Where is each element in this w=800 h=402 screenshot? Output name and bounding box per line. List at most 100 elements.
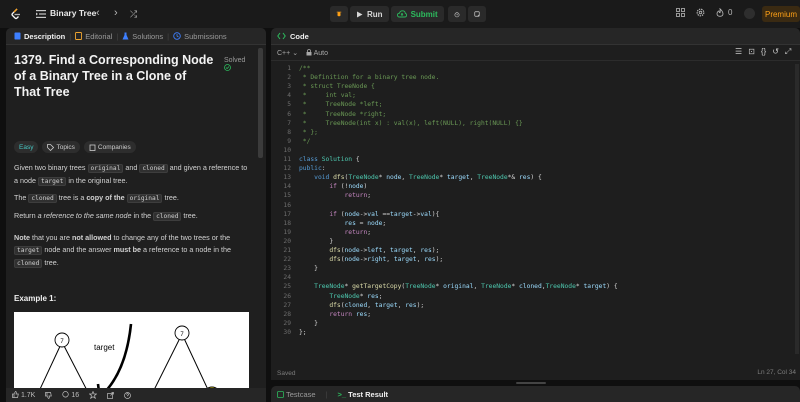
thumbs-down-icon[interactable] bbox=[45, 391, 53, 399]
test-panel-tabs: Testcase | >_ Test Result bbox=[271, 386, 800, 402]
text: Given two binary trees bbox=[14, 163, 88, 172]
auto-mode[interactable]: Auto bbox=[306, 48, 328, 57]
topics-button[interactable]: Topics bbox=[42, 141, 80, 153]
editor-tool-icons: ☰ ⊡ {} ↺ ⤢ bbox=[735, 47, 791, 57]
divider-grip[interactable] bbox=[516, 382, 546, 384]
code-line[interactable]: 14 if (!node) bbox=[271, 182, 800, 191]
code-line[interactable]: 7 * TreeNode(int x) : val(x), left(NULL)… bbox=[271, 119, 800, 128]
premium-button[interactable]: Premium bbox=[762, 6, 800, 22]
timer-button[interactable] bbox=[447, 6, 466, 22]
line-code: * }; bbox=[299, 128, 318, 136]
tab-description[interactable]: Description bbox=[10, 32, 69, 41]
next-problem-icon[interactable]: › bbox=[114, 7, 118, 19]
code-line[interactable]: 19 return; bbox=[271, 228, 800, 237]
line-number: 20 bbox=[283, 237, 291, 245]
code-panel-header: Code bbox=[271, 28, 800, 45]
expand-icon[interactable]: ⤢ bbox=[785, 47, 791, 57]
code-line[interactable]: 8 * }; bbox=[271, 128, 800, 137]
inline-code: original bbox=[126, 194, 163, 203]
reset-icon[interactable]: ↺ bbox=[772, 47, 779, 57]
code-line[interactable]: 25 TreeNode* getTargetCopy(TreeNode* ori… bbox=[271, 282, 800, 291]
bold-text: Note bbox=[14, 233, 30, 242]
code-line[interactable]: 2 * Definition for a binary tree node. bbox=[271, 73, 800, 82]
avatar[interactable] bbox=[744, 8, 755, 19]
code-line[interactable]: 9 */ bbox=[271, 137, 800, 146]
debug-button[interactable] bbox=[330, 6, 348, 22]
code-line[interactable]: 15 return; bbox=[271, 191, 800, 200]
like-button[interactable]: 1.7K bbox=[12, 391, 35, 399]
code-line[interactable]: 10 bbox=[271, 146, 800, 155]
cursor-position: Ln 27, Col 34 bbox=[757, 369, 796, 376]
tab-submissions[interactable]: Submissions bbox=[169, 32, 231, 41]
editor-status-bar: Saved Ln 27, Col 34 bbox=[271, 366, 800, 380]
text: and bbox=[123, 163, 140, 172]
companies-button[interactable]: Companies bbox=[83, 141, 136, 153]
star-icon[interactable] bbox=[89, 391, 98, 399]
run-button[interactable]: Run bbox=[350, 6, 389, 22]
code-line[interactable]: 23 } bbox=[271, 264, 800, 273]
tab-testcase[interactable]: Testcase bbox=[277, 390, 316, 399]
leetcode-logo-icon[interactable] bbox=[10, 8, 22, 20]
format-icon[interactable]: ☰ bbox=[735, 47, 742, 57]
problem-list-title[interactable]: Binary Tree bbox=[50, 8, 96, 18]
braces-icon[interactable]: {} bbox=[761, 47, 766, 57]
line-code: void dfs(TreeNode* node, TreeNode* targe… bbox=[314, 174, 542, 182]
comments-button[interactable]: 16 bbox=[62, 391, 79, 399]
code-line[interactable]: 12 public: bbox=[271, 164, 800, 173]
text: tree. bbox=[181, 211, 198, 220]
inline-code: original bbox=[87, 164, 124, 173]
inline-code: target bbox=[37, 177, 67, 186]
random-problem-icon[interactable]: ⤮ bbox=[130, 8, 137, 20]
tab-test-result[interactable]: >_ Test Result bbox=[338, 390, 389, 399]
code-line[interactable]: 20 } bbox=[271, 237, 800, 246]
line-number: 5 bbox=[287, 101, 291, 109]
code-line[interactable]: 5 * TreeNode *left; bbox=[271, 100, 800, 109]
problem-title[interactable]: 1379. Find a Corresponding Node of a Bin… bbox=[14, 52, 214, 100]
problem-list-icon[interactable] bbox=[36, 9, 46, 19]
code-line[interactable]: 4 * int val; bbox=[271, 91, 800, 100]
code-line[interactable]: 17 if (node->val ==target->val){ bbox=[271, 210, 800, 219]
code-line[interactable]: 28 return res; bbox=[271, 310, 800, 319]
code-line[interactable]: 18 res = node; bbox=[271, 219, 800, 228]
code-line[interactable]: 6 * TreeNode *right; bbox=[271, 110, 800, 119]
code-line[interactable]: 21 dfs(node->left, target, res); bbox=[271, 246, 800, 255]
code-line[interactable]: 29 } bbox=[271, 319, 800, 328]
settings-gear-icon[interactable] bbox=[696, 8, 705, 17]
code-line[interactable]: 1 /** bbox=[271, 64, 800, 73]
code-line[interactable]: 27 dfs(cloned, target, res); bbox=[271, 301, 800, 310]
tab-editorial[interactable]: Editorial bbox=[71, 32, 116, 41]
editor-scrollbar[interactable] bbox=[795, 64, 799, 354]
code-line[interactable]: 3 * struct TreeNode { bbox=[271, 82, 800, 91]
code-line[interactable]: 24 bbox=[271, 273, 800, 282]
bookmark-icon[interactable]: ⊡ bbox=[748, 47, 755, 57]
comment-icon bbox=[62, 391, 70, 398]
code-line[interactable]: 13 void dfs(TreeNode* node, TreeNode* ta… bbox=[271, 173, 800, 182]
code-line[interactable]: 30}; bbox=[271, 328, 800, 337]
tab-solutions[interactable]: Solutions bbox=[118, 32, 167, 41]
flame-icon[interactable] bbox=[716, 8, 724, 17]
line-code: return; bbox=[344, 228, 372, 236]
layout-grid-icon[interactable] bbox=[676, 8, 685, 17]
share-icon[interactable] bbox=[107, 391, 114, 399]
code-line[interactable]: 26 TreeNode* res; bbox=[271, 292, 800, 301]
submit-button[interactable]: Submit bbox=[390, 6, 444, 22]
text: The bbox=[14, 193, 29, 202]
code-line[interactable]: 11 class Solution { bbox=[271, 155, 800, 164]
line-number: 12 bbox=[283, 165, 291, 173]
code-editor[interactable]: 1/** 2 * Definition for a binary tree nod… bbox=[271, 64, 800, 360]
check-circle-icon bbox=[224, 64, 231, 71]
text: Return bbox=[14, 211, 38, 220]
code-line[interactable]: 22 dfs(node->right, target, res); bbox=[271, 255, 800, 264]
code-line[interactable]: 16 bbox=[271, 201, 800, 210]
language-select[interactable]: C++ ⌄ bbox=[277, 49, 298, 57]
top-bar: Binary Tree ‹ › ⤮ Run Submit 0 Premium bbox=[0, 0, 800, 28]
alarm-clock-icon bbox=[454, 11, 460, 17]
topics-label: Topics bbox=[56, 143, 75, 151]
line-number: 9 bbox=[287, 137, 291, 145]
chevron-down-icon: ⌄ bbox=[292, 49, 299, 57]
help-icon[interactable] bbox=[124, 391, 131, 399]
prev-problem-icon[interactable]: ‹ bbox=[96, 7, 100, 19]
notes-button[interactable] bbox=[467, 6, 486, 22]
description-scrollbar[interactable] bbox=[258, 48, 263, 158]
coin-count: 0 bbox=[728, 8, 733, 17]
